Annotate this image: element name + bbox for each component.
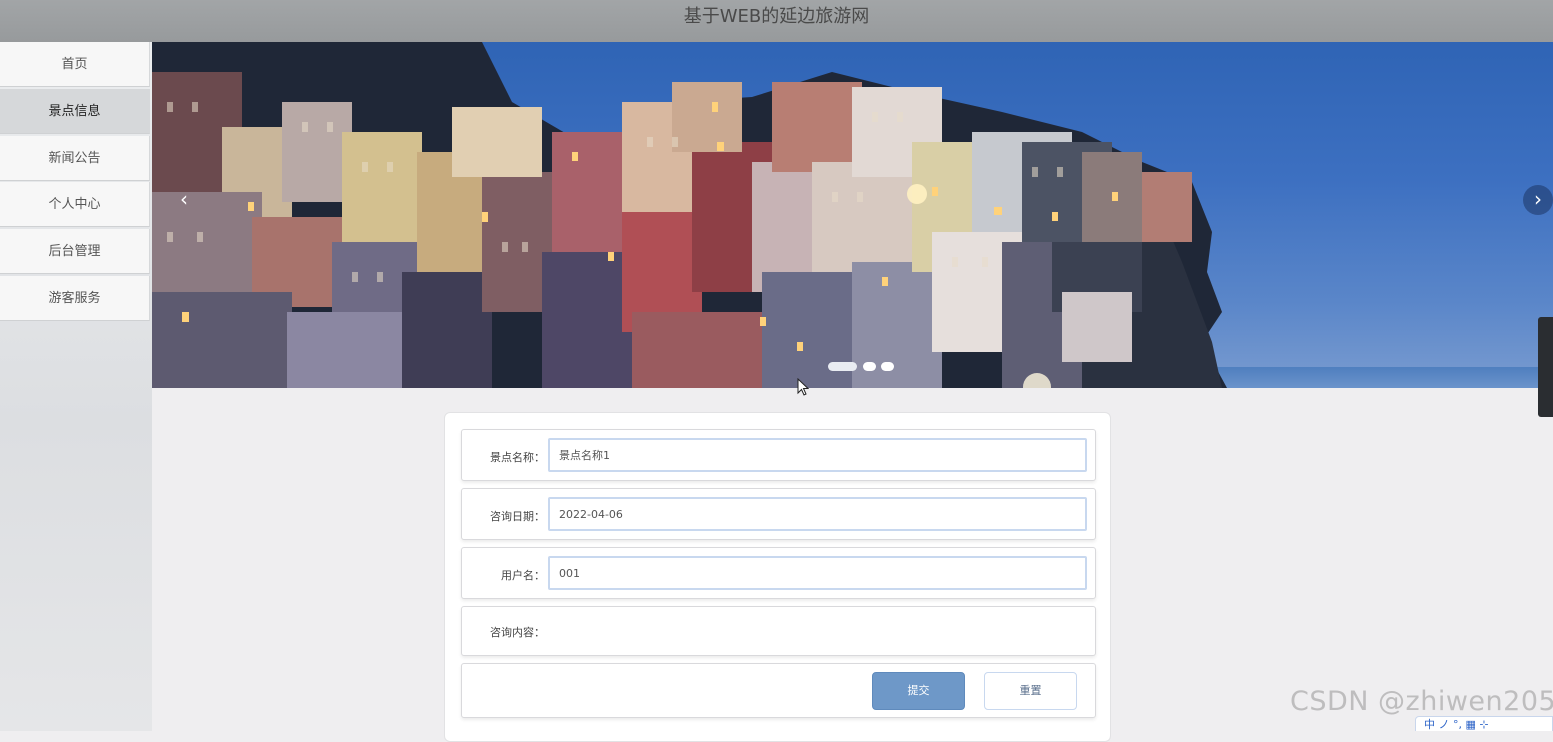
- site-header: 基于WEB的延边旅游网: [0, 0, 1553, 42]
- consult-content-label: 咨询内容：: [490, 626, 545, 639]
- sidebar-item-attractions[interactable]: 景点信息: [0, 89, 150, 134]
- banner-image: [152, 42, 1553, 388]
- form-row-attraction-name: 景点名称：: [461, 429, 1096, 481]
- username-input[interactable]: [548, 556, 1087, 590]
- sidebar-item-news[interactable]: 新闻公告: [0, 136, 150, 181]
- carousel-indicator-3[interactable]: [881, 362, 894, 371]
- sidebar-item-home[interactable]: 首页: [0, 42, 150, 87]
- carousel-prev-button[interactable]: ‹: [169, 185, 199, 215]
- consultation-form: 景点名称： 咨询日期： 用户名： 咨询内容： 提交 重置: [444, 412, 1111, 742]
- mouse-cursor-icon: [797, 378, 809, 396]
- reset-button[interactable]: 重置: [984, 672, 1077, 710]
- carousel-indicator-2[interactable]: [863, 362, 876, 371]
- carousel-indicator-1[interactable]: [828, 362, 857, 371]
- ime-toolbar-text: 中 ノ °, ▦ ⊹: [1424, 718, 1489, 731]
- banner-carousel: ‹ ›: [152, 42, 1553, 388]
- sidebar-item-label: 个人中心: [48, 197, 101, 212]
- form-actions: 提交 重置: [461, 663, 1096, 718]
- carousel-next-button[interactable]: ›: [1523, 185, 1553, 215]
- attraction-name-input[interactable]: [548, 438, 1087, 472]
- form-row-consult-content[interactable]: 咨询内容：: [461, 606, 1096, 656]
- submit-button[interactable]: 提交: [872, 672, 965, 710]
- site-title: 基于WEB的延边旅游网: [683, 6, 870, 27]
- username-label: 用户名：: [501, 569, 545, 582]
- consult-date-label: 咨询日期：: [490, 510, 545, 523]
- sidebar-item-admin[interactable]: 后台管理: [0, 229, 150, 274]
- form-row-username: 用户名：: [461, 547, 1096, 599]
- sidebar-item-label: 后台管理: [48, 244, 101, 259]
- watermark-text: CSDN @zhiwen205: [1290, 686, 1553, 717]
- ime-toolbar[interactable]: 中 ノ °, ▦ ⊹: [1415, 716, 1553, 731]
- sidebar-item-label: 新闻公告: [48, 151, 101, 166]
- floating-side-tab[interactable]: [1538, 317, 1553, 417]
- sidebar-nav: 首页 景点信息 新闻公告 个人中心 后台管理 游客服务: [0, 42, 152, 731]
- sidebar-item-label: 首页: [61, 57, 88, 72]
- form-row-consult-date: 咨询日期：: [461, 488, 1096, 540]
- attraction-name-label: 景点名称：: [490, 451, 545, 464]
- consult-date-input[interactable]: [548, 497, 1087, 531]
- chevron-left-icon: ‹: [180, 187, 188, 211]
- chevron-right-icon: ›: [1534, 187, 1542, 211]
- sidebar-item-visitor-service[interactable]: 游客服务: [0, 276, 150, 321]
- sidebar-item-personal-center[interactable]: 个人中心: [0, 182, 150, 227]
- sidebar-item-label: 景点信息: [48, 104, 101, 119]
- sidebar-item-label: 游客服务: [48, 291, 101, 306]
